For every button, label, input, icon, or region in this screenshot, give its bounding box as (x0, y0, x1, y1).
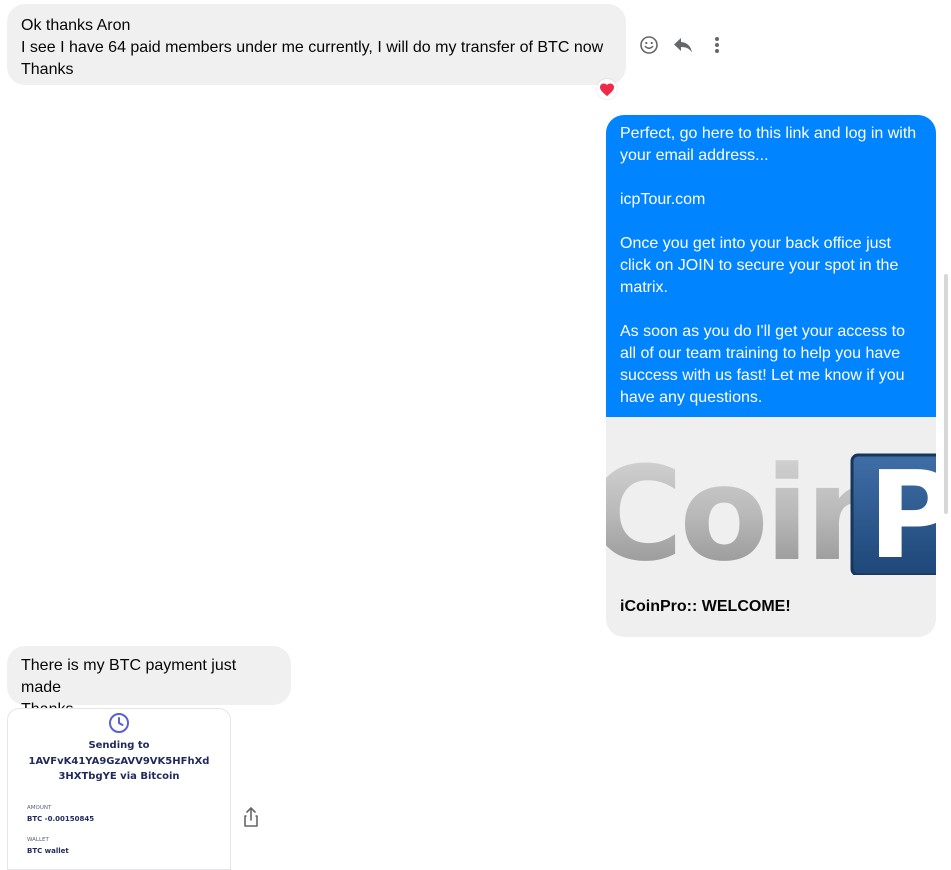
react-button[interactable] (636, 32, 662, 58)
more-vertical-icon (715, 37, 719, 53)
amount-label: AMOUNT (27, 805, 52, 811)
wallet-label: WALLET (27, 837, 49, 843)
outgoing-message-bubble[interactable]: Perfect, go here to this link and log in… (606, 115, 936, 637)
incoming-message-bubble-2[interactable]: There is my BTC payment just made Thanks (7, 646, 291, 718)
payment-screenshot-image[interactable]: Sending to 1AVFvK41YA9GzAVV9VK5HFhXd 3HX… (7, 708, 231, 870)
clock-icon (109, 713, 129, 733)
heart-reaction-icon[interactable] (597, 79, 617, 99)
wallet-value: BTC wallet (27, 847, 69, 855)
share-button[interactable] (241, 806, 261, 828)
more-options-button[interactable] (704, 32, 730, 58)
smiley-icon (640, 36, 658, 54)
coinpro-logo: Coin Pr (606, 445, 936, 575)
reply-button[interactable] (670, 32, 696, 58)
message-actions (636, 32, 730, 58)
link-preview-title[interactable]: iCoinPro:: WELCOME! (620, 598, 791, 616)
payment-title: Sending to 1AVFvK41YA9GzAVV9VK5HFhXd 3HX… (28, 740, 210, 782)
reply-icon (674, 38, 692, 53)
share-icon (244, 807, 258, 827)
svg-text:Pr: Pr (868, 447, 936, 575)
outgoing-message-text: Perfect, go here to this link and log in… (606, 115, 936, 417)
amount-value: BTC -0.00150845 (27, 815, 95, 823)
incoming-message-bubble[interactable]: Ok thanks Aron I see I have 64 paid memb… (7, 4, 626, 85)
scrollbar-thumb[interactable] (944, 274, 948, 514)
link-preview[interactable]: Coin Pr iCoinPro:: WELCOME! (606, 417, 936, 637)
